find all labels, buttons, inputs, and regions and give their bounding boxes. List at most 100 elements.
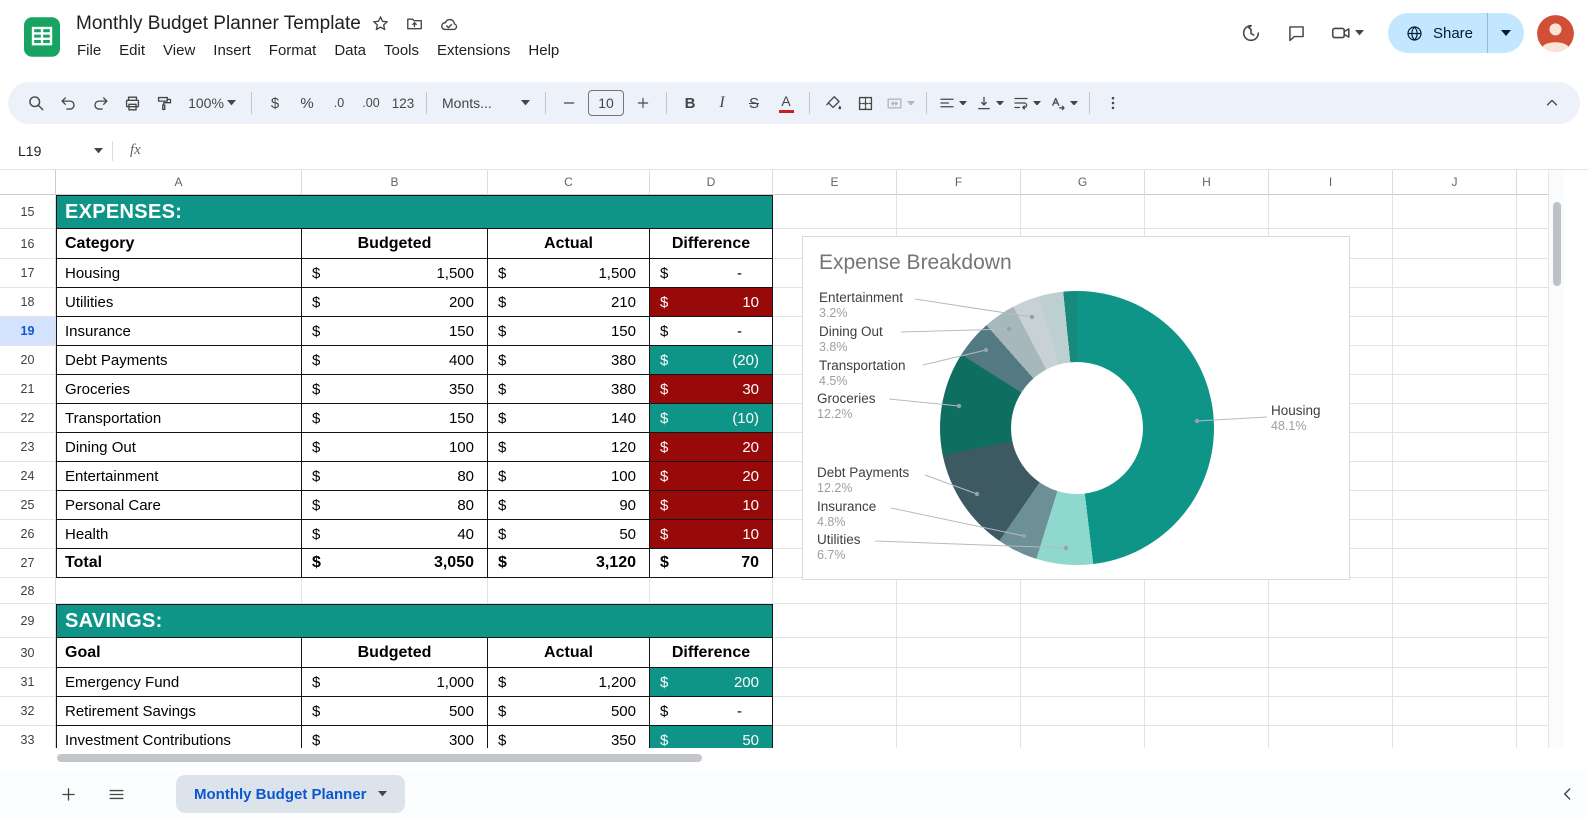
cell[interactable]: $ - bbox=[650, 697, 773, 726]
avatar[interactable] bbox=[1537, 14, 1574, 52]
cell[interactable]: Personal Care bbox=[56, 491, 302, 520]
menu-view[interactable]: View bbox=[154, 39, 204, 62]
move-folder-icon[interactable] bbox=[401, 11, 429, 37]
cell[interactable]: Debt Payments bbox=[56, 346, 302, 375]
cell[interactable] bbox=[1269, 726, 1393, 748]
cell[interactable] bbox=[897, 638, 1021, 668]
more-formats-icon[interactable]: 123 bbox=[387, 88, 419, 118]
cell[interactable] bbox=[1393, 317, 1517, 346]
menu-insert[interactable]: Insert bbox=[204, 39, 260, 62]
cell[interactable]: $210 bbox=[488, 288, 650, 317]
cell[interactable]: $ (10) bbox=[650, 404, 773, 433]
cell[interactable] bbox=[1145, 638, 1269, 668]
cell[interactable]: $140 bbox=[488, 404, 650, 433]
cell[interactable] bbox=[1393, 195, 1517, 229]
cell[interactable] bbox=[650, 578, 773, 604]
cell[interactable] bbox=[1021, 578, 1145, 604]
row-header-26[interactable]: 26 bbox=[0, 520, 56, 549]
cell[interactable] bbox=[897, 697, 1021, 726]
column-header-F[interactable]: F bbox=[897, 170, 1021, 195]
cell[interactable] bbox=[1021, 604, 1145, 638]
collapse-side-panel-icon[interactable] bbox=[1558, 784, 1578, 804]
cell[interactable] bbox=[897, 578, 1021, 604]
cell[interactable] bbox=[1393, 578, 1517, 604]
column-header-E[interactable]: E bbox=[773, 170, 897, 195]
cell[interactable] bbox=[1393, 520, 1517, 549]
cell[interactable]: $500 bbox=[488, 697, 650, 726]
cell[interactable]: $ (20) bbox=[650, 346, 773, 375]
bold-icon[interactable]: B bbox=[674, 88, 706, 118]
cell[interactable] bbox=[1021, 638, 1145, 668]
star-icon[interactable] bbox=[367, 11, 395, 37]
cell[interactable] bbox=[1145, 195, 1269, 229]
cell[interactable]: Health bbox=[56, 520, 302, 549]
cell[interactable]: Total bbox=[56, 549, 302, 578]
decrease-decimal-icon[interactable]: .0 bbox=[323, 88, 355, 118]
cell[interactable]: Housing bbox=[56, 259, 302, 288]
cell[interactable]: Budgeted bbox=[302, 638, 488, 668]
cell[interactable]: $1,500 bbox=[302, 259, 488, 288]
row-header-18[interactable]: 18 bbox=[0, 288, 56, 317]
cell[interactable]: Groceries bbox=[56, 375, 302, 404]
cell[interactable] bbox=[1145, 668, 1269, 697]
cell[interactable]: Difference bbox=[650, 638, 773, 668]
menu-tools[interactable]: Tools bbox=[375, 39, 428, 62]
cell[interactable] bbox=[1393, 433, 1517, 462]
cell[interactable] bbox=[1269, 697, 1393, 726]
cell[interactable]: Goal bbox=[56, 638, 302, 668]
cell[interactable] bbox=[1145, 726, 1269, 748]
decrease-font-size-icon[interactable] bbox=[553, 88, 585, 118]
row-header-15[interactable]: 15 bbox=[0, 195, 56, 229]
cell[interactable]: Retirement Savings bbox=[56, 697, 302, 726]
cell[interactable] bbox=[773, 726, 897, 748]
share-button[interactable]: Share bbox=[1387, 13, 1524, 53]
menu-edit[interactable]: Edit bbox=[110, 39, 154, 62]
cell[interactable]: $50 bbox=[650, 726, 773, 748]
cell[interactable]: $1,500 bbox=[488, 259, 650, 288]
section-header-cell[interactable]: SAVINGS: bbox=[56, 604, 773, 638]
cell[interactable]: $80 bbox=[302, 462, 488, 491]
row-header-21[interactable]: 21 bbox=[0, 375, 56, 404]
vertical-scrollbar[interactable] bbox=[1548, 170, 1564, 748]
cell[interactable] bbox=[773, 697, 897, 726]
redo-icon[interactable] bbox=[84, 88, 116, 118]
cell[interactable]: $10 bbox=[650, 491, 773, 520]
row-header-22[interactable]: 22 bbox=[0, 404, 56, 433]
menu-file[interactable]: File bbox=[68, 39, 110, 62]
menu-data[interactable]: Data bbox=[325, 39, 375, 62]
cell[interactable] bbox=[1393, 404, 1517, 433]
row-header-19[interactable]: 19 bbox=[0, 317, 56, 346]
cell[interactable]: Actual bbox=[488, 229, 650, 259]
percent-format-icon[interactable]: % bbox=[291, 88, 323, 118]
cell[interactable]: $80 bbox=[302, 491, 488, 520]
cell[interactable] bbox=[1021, 668, 1145, 697]
cell[interactable]: Insurance bbox=[56, 317, 302, 346]
row-header-32[interactable]: 32 bbox=[0, 697, 56, 726]
cell[interactable] bbox=[1269, 578, 1393, 604]
cell[interactable]: $200 bbox=[650, 668, 773, 697]
cell[interactable]: $3,050 bbox=[302, 549, 488, 578]
cell[interactable]: $380 bbox=[488, 375, 650, 404]
cell[interactable] bbox=[1393, 462, 1517, 491]
column-header-C[interactable]: C bbox=[488, 170, 650, 195]
cell[interactable] bbox=[773, 195, 897, 229]
add-sheet-icon[interactable] bbox=[48, 774, 88, 814]
cell[interactable]: $150 bbox=[302, 404, 488, 433]
text-rotation-icon[interactable] bbox=[1045, 88, 1082, 118]
cell[interactable] bbox=[1393, 288, 1517, 317]
cell[interactable] bbox=[897, 604, 1021, 638]
cell[interactable]: $20 bbox=[650, 433, 773, 462]
cell[interactable]: $120 bbox=[488, 433, 650, 462]
cell[interactable]: $70 bbox=[650, 549, 773, 578]
cell[interactable]: $380 bbox=[488, 346, 650, 375]
cell[interactable] bbox=[773, 668, 897, 697]
document-title[interactable]: Monthly Budget Planner Template bbox=[76, 13, 361, 35]
cell[interactable] bbox=[773, 638, 897, 668]
row-header-29[interactable]: 29 bbox=[0, 604, 56, 638]
row-header-25[interactable]: 25 bbox=[0, 491, 56, 520]
undo-icon[interactable] bbox=[52, 88, 84, 118]
column-header-B[interactable]: B bbox=[302, 170, 488, 195]
row-header-31[interactable]: 31 bbox=[0, 668, 56, 697]
cell[interactable]: $100 bbox=[488, 462, 650, 491]
cell[interactable]: $40 bbox=[302, 520, 488, 549]
